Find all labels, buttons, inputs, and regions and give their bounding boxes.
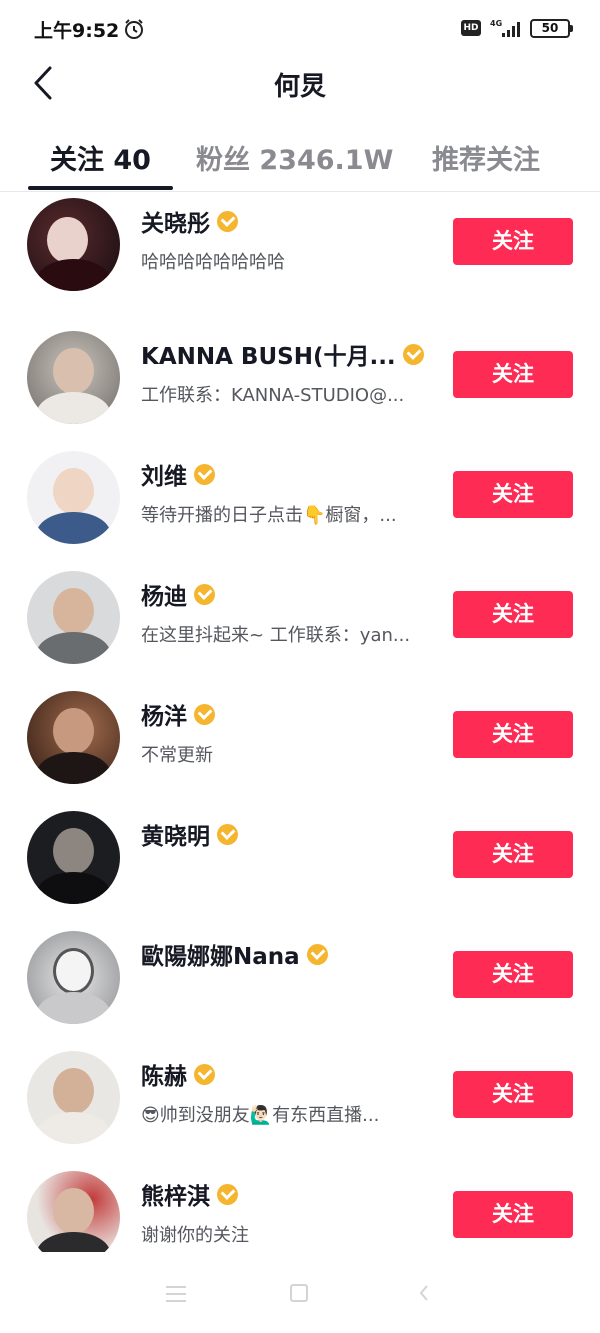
follow-button[interactable]: 关注: [453, 711, 573, 758]
tab-active-indicator: [28, 186, 173, 190]
following-list: 关晓彤 哈哈哈哈哈哈哈哈 关注 KANNA BUSH(十月... 工作联系：KA…: [0, 192, 600, 1252]
user-name[interactable]: 熊梓淇: [141, 1177, 210, 1211]
tab-following[interactable]: 关注 40: [50, 138, 151, 177]
user-name[interactable]: 杨迪: [141, 577, 187, 611]
follow-button[interactable]: 关注: [453, 591, 573, 638]
battery-icon: 50: [530, 19, 573, 38]
follow-button[interactable]: 关注: [453, 1071, 573, 1118]
user-bio: 在这里抖起来~ 工作联系：yan...: [141, 625, 411, 646]
avatar[interactable]: [27, 931, 120, 1024]
avatar[interactable]: [27, 691, 120, 784]
verified-badge-icon: [217, 823, 238, 845]
page-title: 何炅: [273, 72, 326, 102]
user-bio: 谢谢你的关注: [141, 1225, 249, 1246]
verified-badge-icon: [194, 583, 215, 605]
follow-button[interactable]: 关注: [453, 471, 573, 518]
list-item[interactable]: KANNA BUSH(十月... 工作联系：KANNA-STUDIO@... 关…: [0, 327, 600, 427]
list-item[interactable]: 杨洋 不常更新 关注: [0, 687, 600, 787]
list-item[interactable]: 关晓彤 哈哈哈哈哈哈哈哈 关注: [0, 194, 600, 294]
user-name[interactable]: 歐陽娜娜Nana: [141, 937, 300, 971]
avatar[interactable]: [27, 331, 120, 424]
verified-badge-icon: [194, 703, 215, 725]
avatar[interactable]: [27, 811, 120, 904]
user-name[interactable]: 杨洋: [141, 697, 187, 731]
user-name[interactable]: 陈赫: [141, 1057, 187, 1091]
user-bio: 等待开播的日子点击👇橱窗，...: [141, 505, 397, 526]
signal-icon: 4G: [490, 19, 520, 37]
user-name[interactable]: 黄晓明: [141, 817, 210, 851]
avatar[interactable]: [27, 451, 120, 544]
verified-badge-icon: [402, 343, 424, 365]
nav-back-icon[interactable]: [418, 1284, 430, 1302]
verified-badge-icon: [306, 943, 328, 965]
user-name[interactable]: KANNA BUSH(十月...: [141, 337, 396, 371]
user-bio: 😎帅到没朋友🙋🏻‍♂️有东西直播...: [141, 1105, 380, 1126]
system-nav-bar: [0, 1262, 600, 1333]
avatar[interactable]: [27, 571, 120, 664]
header: 何炅: [0, 58, 600, 110]
hd-icon: HD: [461, 20, 481, 36]
follow-button[interactable]: 关注: [453, 951, 573, 998]
avatar[interactable]: [27, 1051, 120, 1144]
follow-button[interactable]: 关注: [453, 1191, 573, 1238]
follow-button[interactable]: 关注: [453, 351, 573, 398]
home-square-icon[interactable]: [290, 1284, 308, 1302]
status-time: 上午9:52: [34, 20, 120, 42]
list-item[interactable]: 杨迪 在这里抖起来~ 工作联系：yan... 关注: [0, 567, 600, 667]
avatar[interactable]: [27, 198, 120, 291]
verified-badge-icon: [194, 1063, 215, 1085]
follow-button[interactable]: 关注: [453, 218, 573, 265]
status-bar: 上午9:52 HD 4G 50: [0, 0, 600, 58]
avatar[interactable]: [27, 1171, 120, 1252]
verified-badge-icon: [217, 1183, 238, 1205]
verified-badge-icon: [217, 210, 238, 232]
verified-badge-icon: [194, 463, 215, 485]
user-name[interactable]: 刘维: [141, 457, 187, 491]
menu-icon[interactable]: [166, 1286, 186, 1302]
user-name[interactable]: 关晓彤: [141, 204, 210, 238]
list-item[interactable]: 刘维 等待开播的日子点击👇橱窗，... 关注: [0, 447, 600, 547]
list-item[interactable]: 黄晓明 关注: [0, 807, 600, 907]
network-label: 4G: [490, 19, 502, 28]
list-item[interactable]: 陈赫 😎帅到没朋友🙋🏻‍♂️有东西直播... 关注: [0, 1047, 600, 1147]
tab-recommended[interactable]: 推荐关注: [432, 138, 540, 177]
tab-bar: 关注 40 粉丝 2346.1W 推荐关注: [0, 130, 600, 192]
list-item[interactable]: 熊梓淇 谢谢你的关注 关注: [0, 1167, 600, 1252]
follow-button[interactable]: 关注: [453, 831, 573, 878]
list-item[interactable]: 歐陽娜娜Nana 关注: [0, 927, 600, 1027]
user-bio: 不常更新: [141, 745, 213, 766]
user-bio: 工作联系：KANNA-STUDIO@...: [141, 385, 405, 406]
tab-fans[interactable]: 粉丝 2346.1W: [196, 138, 393, 177]
user-bio: 哈哈哈哈哈哈哈哈: [141, 252, 285, 273]
alarm-clock-icon: [125, 19, 143, 39]
